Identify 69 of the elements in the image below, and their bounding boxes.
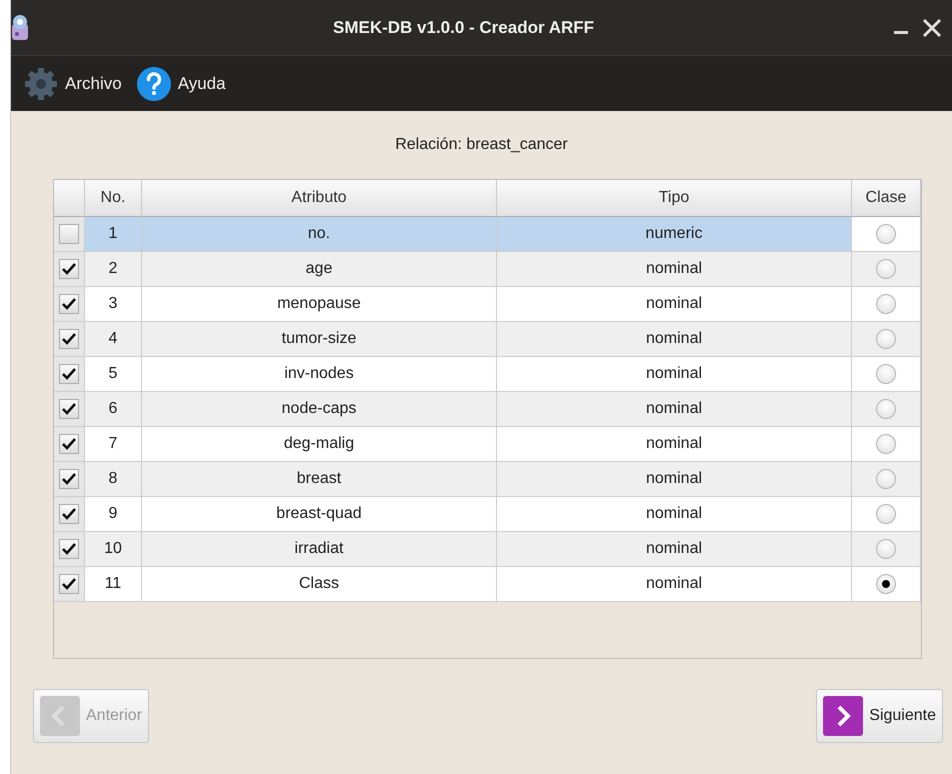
table-cell: no. [142,217,497,252]
table-cell: 3 [85,287,142,322]
table-cell: tumor-size [142,322,497,357]
table-cell: nominal [497,567,852,602]
help-icon [136,66,172,102]
table-cell: deg-malig [142,427,497,462]
table-cell: nominal [497,322,852,357]
checkbox[interactable] [59,399,79,419]
table-cell: nominal [497,427,852,462]
chevron-right-icon [823,696,864,736]
table-cell: nominal [497,497,852,532]
gear-icon [23,66,59,102]
table-cell: numeric [497,217,852,252]
checkbox[interactable] [59,259,79,279]
table-cell: nominal [497,462,852,497]
radio-button[interactable] [876,294,896,314]
chevron-left-icon [40,696,80,736]
table-cell: nominal [497,392,852,427]
table-cell: 8 [85,462,142,497]
table-cell: age [142,252,497,287]
table-cell: 1 [85,217,142,252]
column-header[interactable]: Atributo [142,180,497,217]
next-button[interactable]: Siguiente [816,689,943,743]
radio-button[interactable] [876,539,896,559]
table-cell: 2 [85,252,142,287]
table-cell: node-caps [142,392,497,427]
table-cell: 10 [85,532,142,567]
radio-button[interactable] [876,364,896,384]
table-cell: Class [142,567,497,602]
table-cell: nominal [497,357,852,392]
radio-button[interactable] [876,399,896,419]
radio-button[interactable] [876,574,896,594]
table-cell: 6 [85,392,142,427]
radio-button[interactable] [876,329,896,349]
relation-label: Relación: breast_cancer [394,136,569,155]
table-cell: 7 [85,427,142,462]
radio-button[interactable] [876,469,896,489]
table-cell: breast-quad [142,497,497,532]
radio-button[interactable] [876,224,896,244]
checkbox[interactable] [59,329,79,349]
table-cell: breast [142,462,497,497]
checkbox[interactable] [59,364,79,384]
checkbox[interactable] [59,504,79,524]
radio-button[interactable] [876,259,896,279]
column-header[interactable]: Tipo [497,180,852,217]
menu-item[interactable]: Archivo [23,66,122,102]
table-cell: nominal [497,532,852,567]
column-header[interactable]: No. [85,180,142,217]
window-title: SMEK-DB v1.0.0 - Creador ARFF [332,18,596,38]
table-cell: nominal [497,252,852,287]
table-cell: 5 [85,357,142,392]
table-cell: irradiat [142,532,497,567]
table-cell: inv-nodes [142,357,497,392]
checkbox[interactable] [59,294,79,314]
radio-button[interactable] [876,504,896,524]
close-icon[interactable] [922,18,942,38]
table-cell: 11 [85,567,142,602]
column-header[interactable]: Clase [852,180,921,217]
checkbox[interactable] [59,434,79,454]
menu-item[interactable]: Ayuda [136,66,226,102]
radio-button[interactable] [876,434,896,454]
table-cell: 9 [85,497,142,532]
checkbox[interactable] [59,539,79,559]
checkbox[interactable] [59,224,79,244]
checkbox[interactable] [59,574,79,594]
table-cell: menopause [142,287,497,322]
table-cell: nominal [497,287,852,322]
table-cell: 4 [85,322,142,357]
checkbox[interactable] [59,469,79,489]
